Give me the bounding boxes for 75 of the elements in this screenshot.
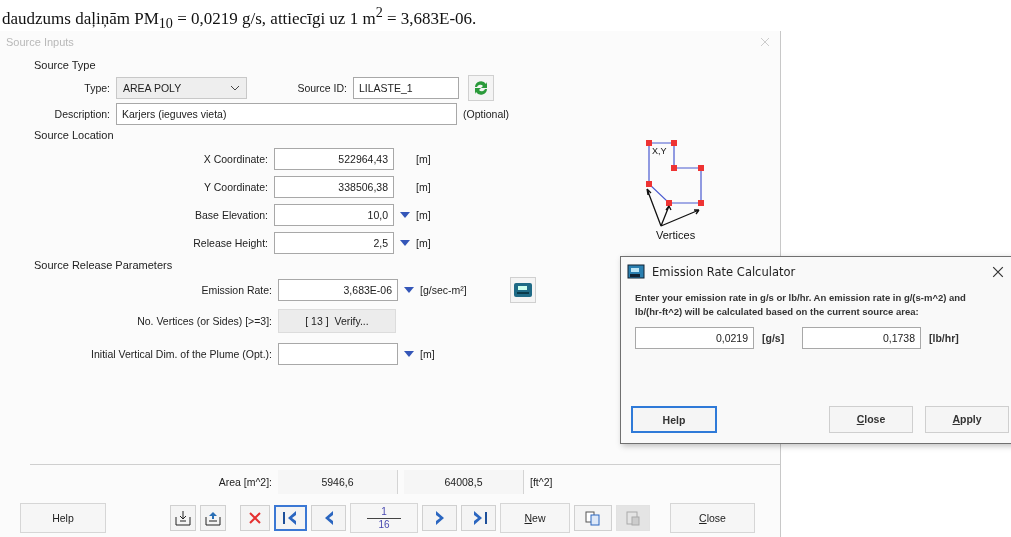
record-total: 16 [377,518,391,531]
instruction-text: Enter your emission rate in g/s or lb/hr. An emission rate in g/(s-m^2) and lb/(hr-ft^2) will be calculated based on the current source area: [635,291,967,319]
unit-label: [ft^2] [530,476,553,488]
calculator-button[interactable] [510,277,536,303]
unit-label: [m] [416,153,431,165]
unit-label: [g/sec-m²] [420,284,468,296]
record-current: 1 [367,505,401,519]
close-button[interactable]: Close [670,503,755,533]
dropdown-arrow-icon[interactable] [404,287,414,293]
verify-button[interactable]: [ 13 ] Verify... [278,309,396,333]
field-label: X Coordinate: [202,153,268,165]
field-label: Emission Rate: [200,284,272,296]
field-label: Initial Vertical Dim. of the Plume (Opt.): [90,348,272,360]
area-label: Area [m^2]: [217,476,272,488]
dialog-button[interactable]: Apply [925,406,1009,433]
field-label: Description: [53,108,110,120]
section-heading: Source Location [34,129,114,141]
area-value: 5946,6 [278,470,398,494]
import-button[interactable] [170,505,196,531]
last-record-button[interactable] [461,505,496,531]
unit-label: [m] [416,209,431,221]
tray-arrow-icon [175,510,191,526]
export-button[interactable] [200,505,226,531]
area-value: 64008,5 [404,470,524,494]
dropdown-arrow-icon[interactable] [400,212,410,218]
rate-field[interactable]: 0,1738 [802,327,921,349]
chevron-down-icon [230,85,240,91]
section-heading: Source Release Parameters [34,259,173,271]
tray-arrow-icon [205,510,221,526]
close-icon[interactable] [992,266,1004,278]
field-label: Type: [83,82,110,94]
rate-field[interactable]: 0,0219 [635,327,754,349]
dialog-button[interactable]: Close [829,406,913,433]
next-button[interactable] [422,505,457,531]
dropdown-arrow-icon[interactable] [404,351,414,357]
first-record-button[interactable] [274,505,307,531]
help-button[interactable]: Help [20,503,106,533]
chevron-right-icon [433,510,446,526]
clipboard-icon [625,510,641,526]
cross-icon [248,511,262,525]
coordinate-field[interactable]: 522964,43 [274,148,394,170]
dialog-title: Emission Rate Calculator [652,265,797,279]
calculator-icon [514,283,532,297]
field-label: Source ID: [296,82,347,94]
delete-button[interactable] [240,505,270,531]
description-field[interactable]: Karjers (ieguves vieta) [116,103,457,125]
refresh-icon [472,79,490,97]
unit-label: [m] [420,348,435,360]
emission-rate-field[interactable]: 3,683E-06 [278,279,398,301]
calculator-icon [627,264,645,280]
polygon-vertices-drawing: X,Y Vertices [630,133,731,245]
dialog-button[interactable]: Help [631,406,717,433]
previous-button[interactable] [311,505,346,531]
field-label: Y Coordinate: [203,181,268,193]
optional-note: (Optional) [463,108,510,120]
coordinate-field[interactable]: 2,5 [274,232,394,254]
document-text: daudzums daļiņām PM$_{10}$ = 0,0219 g/s, attiecīgi uz 1 m$^{2}$ = 3,683E-06. [1,3,478,31]
type-dropdown[interactable]: AREA POLY [116,77,247,99]
new-button[interactable]: New [500,503,570,533]
field-label: Base Elevation: [194,209,268,221]
window-title: Source Inputs [6,36,74,48]
unit-label: [m] [416,237,431,249]
coordinate-field[interactable]: 338506,38 [274,176,394,198]
unit-label: [g/s] [762,332,786,344]
unit-label: [lb/hr] [929,332,960,344]
refresh-button[interactable] [468,75,494,101]
source-id-field[interactable]: LILASTE_1 [353,77,459,99]
plume-dimension-field[interactable] [278,343,398,365]
unit-label: [m] [416,181,431,193]
field-label: Release Height: [192,237,268,249]
section-heading: Source Type [34,59,96,71]
copy-icon [585,510,601,526]
dropdown-arrow-icon[interactable] [400,240,410,246]
coordinate-field[interactable]: 10,0 [274,204,394,226]
field-label: No. Vertices (or Sides) [>=3]: [136,315,272,327]
